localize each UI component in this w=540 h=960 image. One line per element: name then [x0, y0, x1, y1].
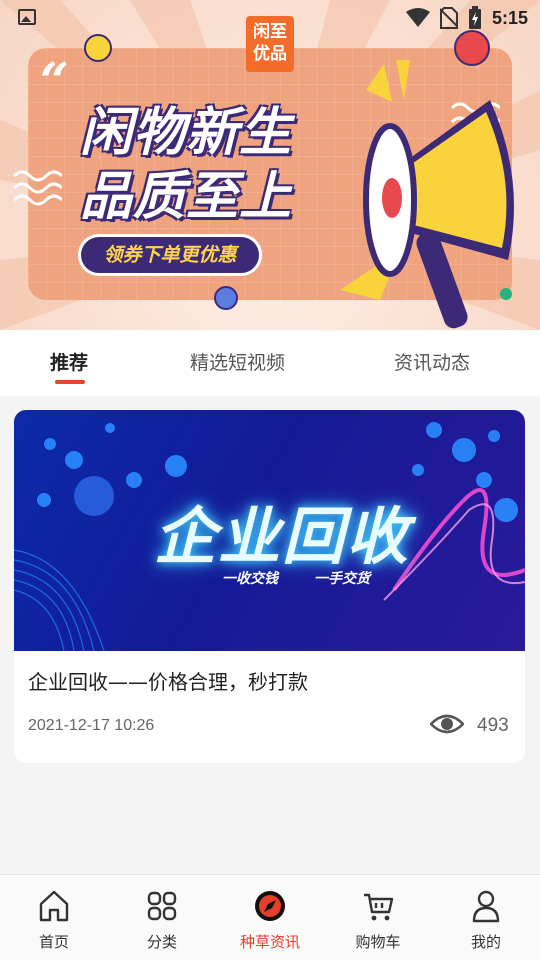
nav-home[interactable]: 首页 [0, 875, 108, 960]
nav-cart[interactable]: 购物车 [324, 875, 432, 960]
article-cover-image[interactable]: 企业回收 一收交钱 一手交货 [14, 410, 525, 651]
eye-icon [430, 714, 464, 734]
coupon-cta-button[interactable]: 领券下单更优惠 [78, 234, 262, 276]
cover-subtitle: 一手交货 [314, 571, 370, 587]
nav-profile[interactable]: 我的 [432, 875, 540, 960]
squiggle-decoration [12, 170, 62, 206]
nav-label: 分类 [146, 933, 177, 951]
banner-headline: 品质至上 [80, 167, 293, 227]
megaphone-icon [340, 60, 514, 329]
home-icon [39, 890, 69, 922]
article-title[interactable]: 企业回收——价格合理，秒打款 [28, 666, 308, 695]
nav-label: 我的 [470, 933, 501, 951]
status-bar: 5:15 [0, 0, 540, 36]
battery-charging-icon [468, 6, 481, 29]
tab-news[interactable]: 资讯动态 [394, 348, 470, 375]
tab-recommended[interactable]: 推荐 [50, 348, 88, 375]
quote-mark: “ [40, 51, 69, 110]
clock: 5:15 [491, 7, 528, 28]
tab-short-videos[interactable]: 精选短视频 [190, 348, 285, 375]
article-card[interactable]: 企业回收 一收交钱 一手交货 企业回收——价格合理，秒打款 2021-12-17… [14, 410, 525, 763]
active-tab-indicator [55, 380, 85, 384]
user-icon [472, 890, 500, 923]
nav-label: 种草资讯 [239, 933, 300, 951]
nav-discover[interactable]: 种草资讯 [216, 875, 324, 960]
article-date: 2021-12-17 10:26 [28, 717, 155, 734]
no-sim-icon [439, 7, 458, 29]
nav-category[interactable]: 分类 [108, 875, 216, 960]
cart-icon [364, 893, 394, 921]
nav-label: 购物车 [355, 933, 401, 951]
decor-dot [84, 34, 112, 62]
gallery-icon [18, 9, 36, 25]
logo-text: 优品 [253, 44, 287, 64]
decor-dot [214, 286, 238, 310]
cover-subtitle: 一收交钱 [222, 571, 278, 587]
grid-icon [147, 891, 177, 921]
compass-icon [255, 891, 285, 921]
nav-label: 首页 [38, 933, 69, 951]
view-count: 493 [477, 715, 509, 736]
wifi-icon [405, 8, 430, 27]
hero-banner[interactable]: 5:15 闲至 优品 “ 闲物新生 品质至上 领券下单更优惠 [0, 0, 540, 330]
content-tabs: 推荐 精选短视频 资讯动态 [0, 330, 540, 396]
cover-title: 企业回收 [154, 500, 411, 573]
bottom-navigation: 首页 分类 种草资讯 购物车 我的 [0, 874, 540, 960]
